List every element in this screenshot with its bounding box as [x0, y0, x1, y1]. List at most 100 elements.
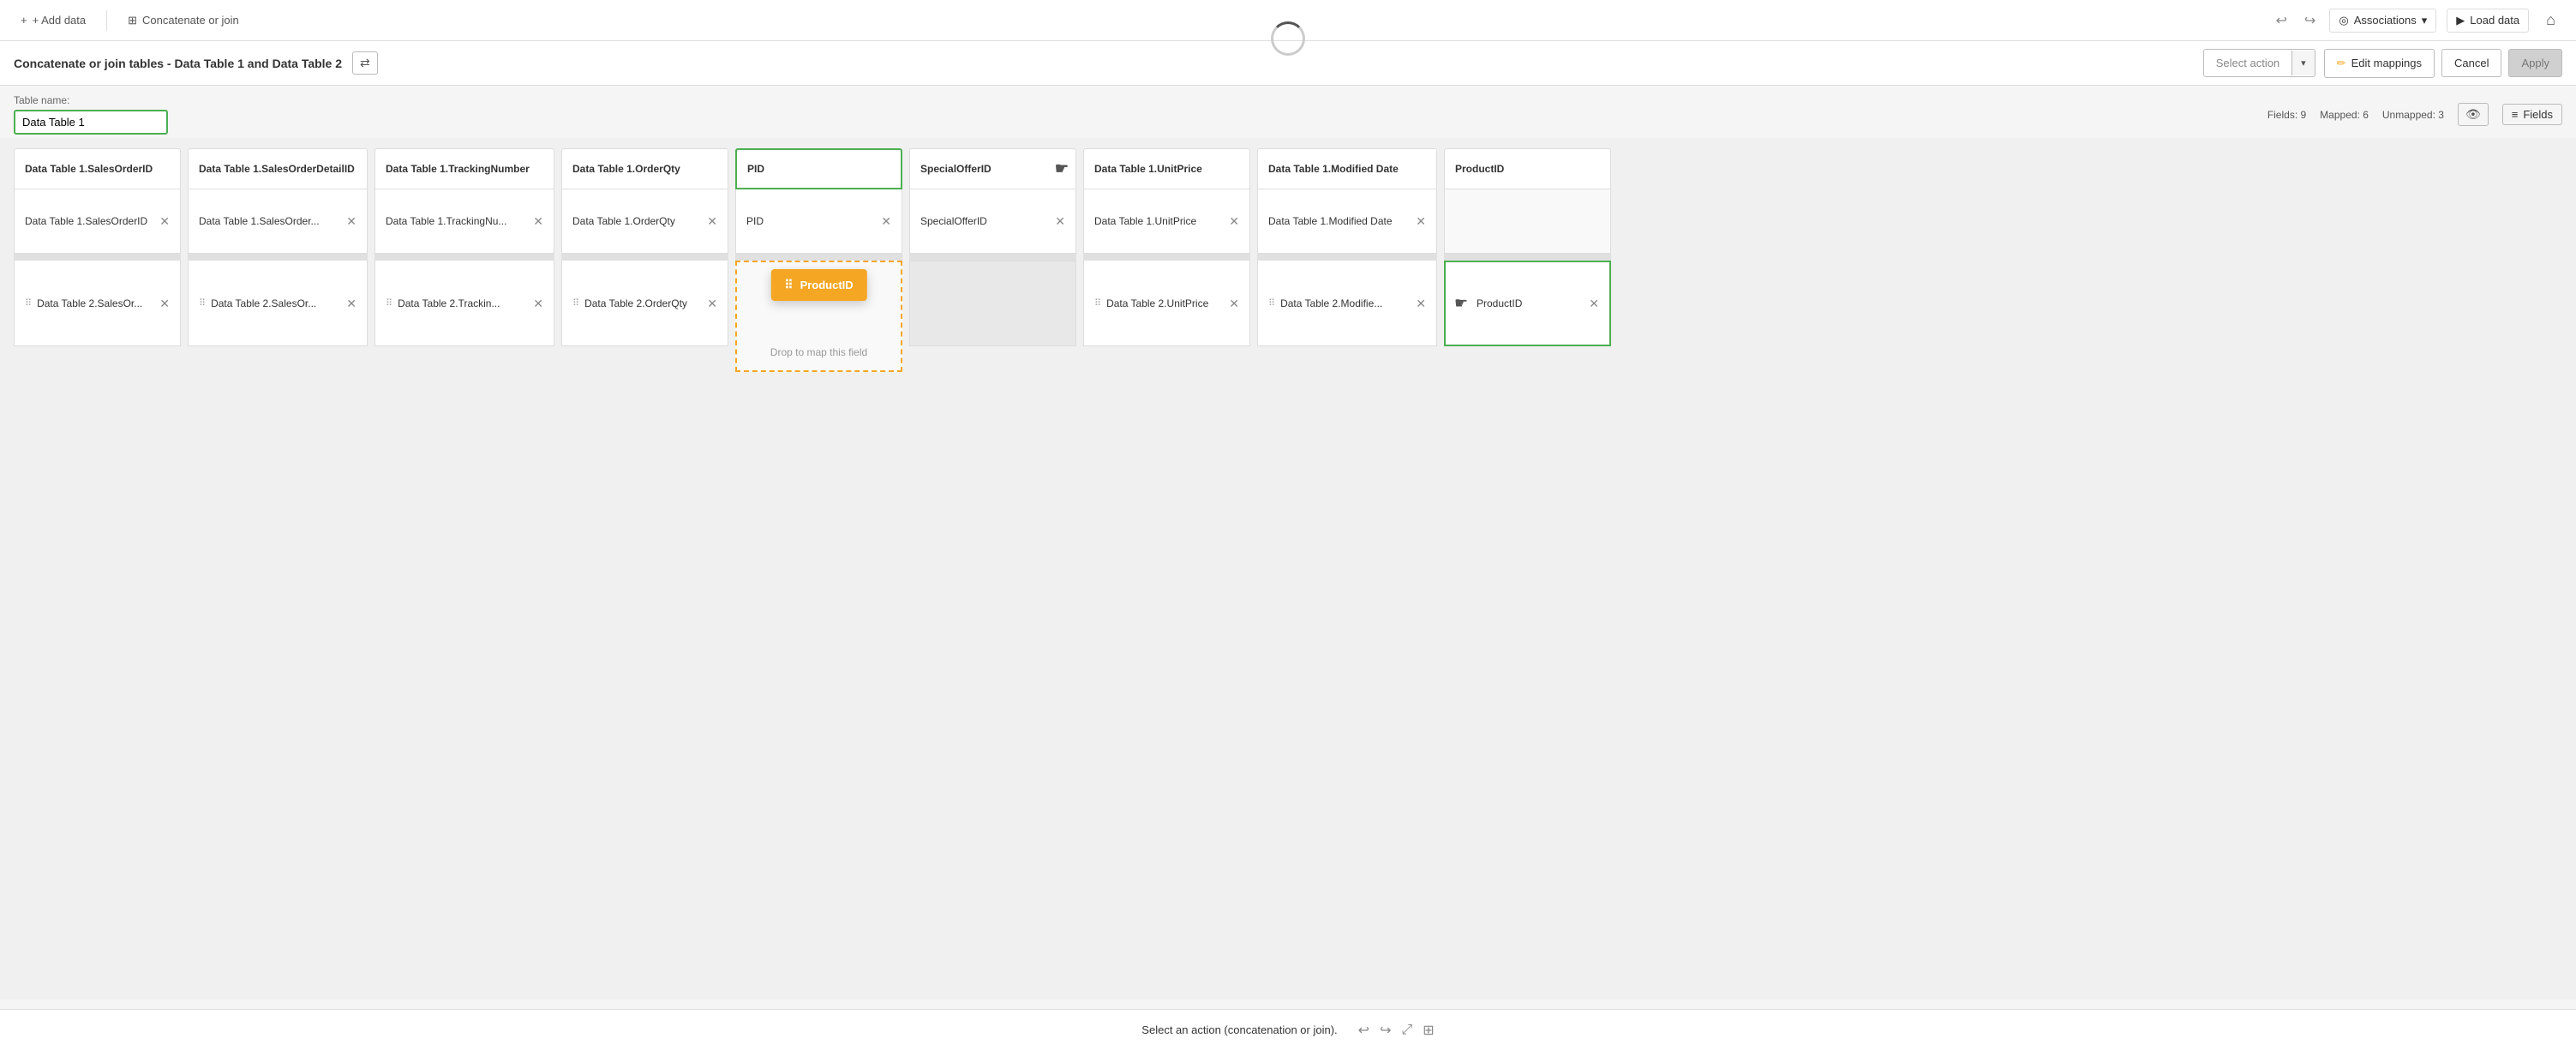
drag-card-icon: ⠿	[784, 278, 793, 292]
page-title: Concatenate or join tables - Data Table …	[14, 57, 342, 70]
add-data-button[interactable]: + + Add data	[14, 10, 93, 30]
load-data-button[interactable]: ▶ Load data	[2447, 9, 2529, 33]
remove-row2-1[interactable]: ✕	[159, 297, 170, 309]
row-sep-1	[14, 254, 181, 261]
fields-button[interactable]: ≡ Fields	[2502, 104, 2562, 125]
col-row2-8: ⠿ Data Table 2.Modifie... ✕	[1257, 261, 1437, 346]
col-row2-9: ☛ ProductID ✕	[1444, 261, 1611, 346]
select-action-dropdown[interactable]: ▾	[2291, 51, 2315, 75]
row1-label-8: Data Table 1.Modified Date	[1268, 215, 1416, 227]
status-icon-1[interactable]: ↩	[1358, 1022, 1369, 1039]
col-header-7: Data Table 1.UnitPrice	[1083, 148, 1250, 189]
apply-button[interactable]: Apply	[2508, 49, 2562, 77]
column-specialofferid: SpecialOfferID ☛ SpecialOfferID ✕	[909, 148, 1076, 372]
remove-row2-9[interactable]: ✕	[1589, 297, 1599, 309]
row2-label-9: ProductID	[1456, 297, 1589, 309]
remove-row2-7[interactable]: ✕	[1229, 297, 1239, 309]
col-row2-7: ⠿ Data Table 2.UnitPrice ✕	[1083, 261, 1250, 346]
col-header-label-2: Data Table 1.SalesOrderDetailID	[199, 163, 356, 175]
remove-row1-3[interactable]: ✕	[533, 215, 543, 227]
top-toolbar: + + Add data ⊞ Concatenate or join ↩ ↪ ◎…	[0, 0, 2576, 41]
columns-container: Data Table 1.SalesOrderID Data Table 1.S…	[14, 148, 2562, 372]
row2-label-2: Data Table 2.SalesOr...	[211, 297, 346, 309]
remove-row2-2[interactable]: ✕	[346, 297, 356, 309]
pencil-icon: ✏	[2337, 57, 2346, 70]
remove-row1-7[interactable]: ✕	[1229, 215, 1239, 227]
row1-label-6: SpecialOfferID	[920, 215, 1055, 227]
col-row1-9-empty	[1444, 189, 1611, 254]
col-row1-8: Data Table 1.Modified Date ✕	[1257, 189, 1437, 254]
select-action-wrapper: Select action ▾	[2203, 49, 2315, 77]
row2-label-4: Data Table 2.OrderQty	[584, 297, 707, 309]
remove-row1-1[interactable]: ✕	[159, 215, 170, 227]
spinner-area	[1262, 26, 1314, 51]
home-button[interactable]: ⌂	[2539, 8, 2562, 33]
col-row1-4: Data Table 1.OrderQty ✕	[561, 189, 728, 254]
column-trackingnumber: Data Table 1.TrackingNumber Data Table 1…	[374, 148, 554, 372]
column-salesorderid: Data Table 1.SalesOrderID Data Table 1.S…	[14, 148, 181, 372]
swap-button[interactable]: ⇄	[352, 51, 378, 75]
row1-label-2: Data Table 1.SalesOrder...	[199, 215, 346, 227]
column-modifieddate: Data Table 1.Modified Date Data Table 1.…	[1257, 148, 1437, 372]
col-header-label-8: Data Table 1.Modified Date	[1268, 163, 1426, 175]
associations-button[interactable]: ◎ Associations ▾	[2329, 9, 2436, 33]
column-pid: PID PID ✕ ⠿ ProductID Drop to map this f…	[735, 148, 902, 372]
remove-row2-4[interactable]: ✕	[707, 297, 717, 309]
col-header-label-7: Data Table 1.UnitPrice	[1094, 163, 1239, 175]
edit-mappings-button[interactable]: ✏ Edit mappings	[2324, 49, 2435, 78]
remove-row2-8[interactable]: ✕	[1416, 297, 1426, 309]
associations-icon: ◎	[2339, 14, 2348, 27]
remove-row1-6[interactable]: ✕	[1055, 215, 1065, 227]
redo-button[interactable]: ↪	[2301, 9, 2319, 33]
drag-handle-4: ⠿	[572, 297, 579, 309]
remove-row1-4[interactable]: ✕	[707, 215, 717, 227]
col-row1-2: Data Table 1.SalesOrder... ✕	[188, 189, 368, 254]
status-icon-2[interactable]: ↪	[1380, 1022, 1391, 1039]
col-row2-3: ⠿ Data Table 2.Trackin... ✕	[374, 261, 554, 346]
eye-button[interactable]: 👁	[2458, 103, 2489, 126]
remove-row1-2[interactable]: ✕	[346, 215, 356, 227]
row-sep-3	[374, 254, 554, 261]
status-bar: Select an action (concatenation or join)…	[0, 1009, 2576, 1050]
cancel-button[interactable]: Cancel	[2441, 49, 2501, 77]
toolbar-divider-1	[106, 10, 107, 31]
col-row1-5: PID ✕	[735, 189, 902, 254]
fields-info-bar: Fields: 9 Mapped: 6 Unmapped: 3 👁 ≡ Fiel…	[2267, 103, 2562, 126]
col-header-3: Data Table 1.TrackingNumber	[374, 148, 554, 189]
col-header-1: Data Table 1.SalesOrderID	[14, 148, 181, 189]
row-sep-7	[1083, 254, 1250, 261]
row-sep-8	[1257, 254, 1437, 261]
undo-button[interactable]: ↩	[2273, 9, 2291, 33]
drag-handle-3: ⠿	[386, 297, 392, 309]
col-header-8: Data Table 1.Modified Date	[1257, 148, 1437, 189]
drag-handle-1: ⠿	[25, 297, 32, 309]
drag-handle-7: ⠿	[1094, 297, 1101, 309]
concatenate-button[interactable]: ⊞ Concatenate or join	[121, 10, 246, 31]
col-row1-7: Data Table 1.UnitPrice ✕	[1083, 189, 1250, 254]
select-action-text: Select action	[2204, 50, 2291, 76]
col-header-4: Data Table 1.OrderQty	[561, 148, 728, 189]
loading-spinner	[1271, 21, 1305, 56]
drop-hint-text: Drop to map this field	[737, 346, 901, 358]
load-icon: ▶	[2456, 14, 2465, 27]
row1-label-4: Data Table 1.OrderQty	[572, 215, 707, 227]
col-header-5: PID	[735, 148, 902, 189]
toolbar-right: ↩ ↪ ◎ Associations ▾ ▶ Load data ⌂	[2273, 8, 2562, 33]
drag-card: ⠿ ProductID	[770, 269, 866, 301]
status-icon-3[interactable]: ⤢	[1401, 1023, 1412, 1038]
table-name-input[interactable]	[14, 110, 168, 135]
col-row2-5-drop[interactable]: ⠿ ProductID Drop to map this field	[735, 261, 902, 372]
remove-row2-3[interactable]: ✕	[533, 297, 543, 309]
row2-label-3: Data Table 2.Trackin...	[398, 297, 533, 309]
mapping-area: Data Table 1.SalesOrderID Data Table 1.S…	[0, 138, 2576, 999]
row-sep-9	[1444, 254, 1611, 261]
column-unitprice: Data Table 1.UnitPrice Data Table 1.Unit…	[1083, 148, 1250, 372]
remove-row1-8[interactable]: ✕	[1416, 215, 1426, 227]
row-sep-6	[909, 254, 1076, 261]
col-row2-2: ⠿ Data Table 2.SalesOr... ✕	[188, 261, 368, 346]
remove-row1-5[interactable]: ✕	[881, 215, 891, 227]
col-row2-1: ⠿ Data Table 2.SalesOr... ✕	[14, 261, 181, 346]
col-row2-6-empty	[909, 261, 1076, 346]
status-icon-4[interactable]: ⊞	[1423, 1022, 1434, 1039]
list-icon: ≡	[2512, 108, 2519, 121]
